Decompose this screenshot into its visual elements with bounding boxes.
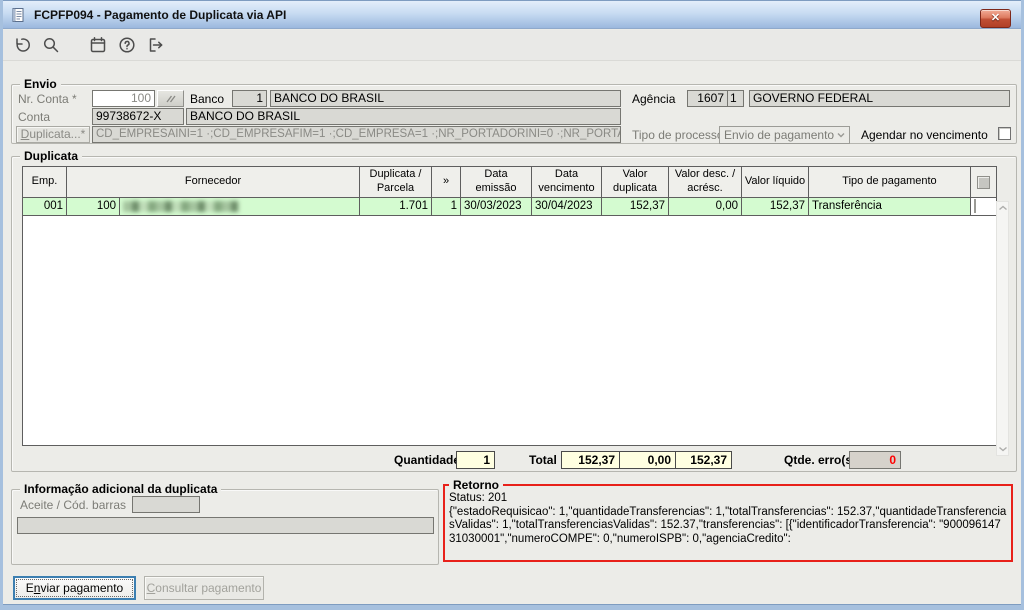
duplicata-grid: Emp. Fornecedor Duplicata / Parcela » Da… <box>22 166 997 446</box>
retorno-status-line: Status: 201 <box>449 492 508 504</box>
col-header-emp[interactable]: Emp. <box>23 167 67 198</box>
info-adicional-title: Informação adicional da duplicata <box>20 482 222 496</box>
consultar-pagamento-button[interactable]: Consultar pagamento <box>144 576 264 600</box>
help-icon[interactable] <box>117 35 137 55</box>
calendar-icon[interactable] <box>88 35 108 55</box>
cell-valor-desc: 0,00 <box>669 198 742 216</box>
conta-label: Conta <box>18 110 51 124</box>
agencia-digit-field: 1 <box>727 90 744 107</box>
quantidade-field: 1 <box>456 451 495 469</box>
retorno-body: {"estadoRequisicao": 1,"quantidadeTransf… <box>449 505 1007 545</box>
cell-valor-duplicata: 152,37 <box>602 198 669 216</box>
cell-duplicata-parcela: 1.701 <box>360 198 432 216</box>
exit-icon[interactable] <box>146 35 166 55</box>
grid-header-row: Emp. Fornecedor Duplicata / Parcela » Da… <box>23 167 996 198</box>
undo-icon[interactable] <box>12 35 32 55</box>
row-checkbox[interactable] <box>974 199 976 213</box>
search-icon[interactable] <box>41 35 61 55</box>
conta-field: 99738672-X <box>92 108 184 125</box>
agencia-code-field: 1607 <box>687 90 728 107</box>
col-header-seq[interactable]: » <box>432 167 461 198</box>
aceite-label: Aceite / Cód. barras <box>20 498 127 512</box>
agendar-label: Agendar no vencimento <box>861 128 988 142</box>
total-valor-desc-field: 0,00 <box>619 451 676 469</box>
col-header-duplicata-parcela[interactable]: Duplicata / Parcela <box>360 167 432 198</box>
cod-barras-field <box>17 517 434 534</box>
close-button[interactable]: ✕ <box>980 9 1011 28</box>
aceite-field <box>132 496 200 513</box>
cell-data-emissao: 30/03/2023 <box>461 198 532 216</box>
table-row[interactable]: 001 100 1.701 1 30/03/2023 30/04/2023 15… <box>23 198 996 216</box>
agencia-label: Agência <box>632 92 676 106</box>
col-header-fornecedor[interactable]: Fornecedor <box>67 167 360 198</box>
document-icon <box>12 7 24 22</box>
banco-code-field: 1 <box>232 90 267 107</box>
cell-valor-liquido: 152,37 <box>742 198 809 216</box>
nr-conta-edit-button[interactable] <box>157 90 184 107</box>
title-bar[interactable]: FCPFP094 - Pagamento de Duplicata via AP… <box>3 0 1021 29</box>
col-header-data-emissao[interactable]: Data emissão <box>461 167 532 198</box>
select-all-checkbox[interactable] <box>977 175 990 189</box>
col-header-valor-duplicata[interactable]: Valor duplicata <box>602 167 669 198</box>
banco-name-field: BANCO DO BRASIL <box>270 90 621 107</box>
toolbar <box>3 30 1021 61</box>
col-header-data-vencimento[interactable]: Data vencimento <box>532 167 602 198</box>
tipo-processo-label: Tipo de processo <box>632 128 724 142</box>
total-valor-duplicata-field: 152,37 <box>561 451 620 469</box>
scroll-up-icon <box>999 205 1007 211</box>
retorno-title: Retorno <box>449 478 503 492</box>
window-title: FCPFP094 - Pagamento de Duplicata via AP… <box>34 7 287 22</box>
app-window: FCPFP094 - Pagamento de Duplicata via AP… <box>0 0 1024 610</box>
qtde-erros-field: 0 <box>849 451 901 469</box>
total-label: Total <box>529 453 557 467</box>
nr-conta-label: Nr. Conta * <box>18 92 77 106</box>
col-header-tipo-pagamento[interactable]: Tipo de pagamento <box>809 167 971 198</box>
cell-fornecedor-code: 100 <box>67 198 120 216</box>
cell-tipo-pagamento: Transferência <box>809 198 971 216</box>
tipo-processo-select[interactable]: Envio de pagamento <box>719 126 850 144</box>
retorno-group: Retorno Status: 201 {"estadoRequisicao":… <box>443 478 1013 562</box>
agendar-checkbox[interactable] <box>998 127 1011 140</box>
chevron-down-icon <box>837 133 845 138</box>
close-icon: ✕ <box>990 12 1001 24</box>
agencia-name-field: GOVERNO FEDERAL <box>749 90 1010 107</box>
cell-data-vencimento: 30/04/2023 <box>532 198 602 216</box>
nr-conta-input[interactable]: 100 <box>92 90 155 107</box>
cell-row-select <box>971 198 996 216</box>
enviar-pagamento-button[interactable]: Enviar pagamento <box>13 576 136 600</box>
cell-fornecedor-name <box>120 198 360 216</box>
col-header-select-all[interactable] <box>971 167 996 198</box>
banco-label: Banco <box>190 92 225 106</box>
conta-bank-name-field: BANCO DO BRASIL <box>186 108 621 125</box>
duplicata-filter-field: CD_EMPRESAINI=1 ·;CD_EMPRESAFIM=1 ·;CD_E… <box>92 126 621 143</box>
cell-seq: 1 <box>432 198 461 216</box>
redacted-fornecedor-name <box>123 201 239 212</box>
info-adicional-group: Informação adicional da duplicata Aceite… <box>11 482 439 565</box>
col-header-valor-desc[interactable]: Valor desc. / acrésc. <box>669 167 742 198</box>
edit-strokes-icon <box>165 95 176 102</box>
total-valor-liquido-field: 152,37 <box>675 451 732 469</box>
cell-emp: 001 <box>23 198 67 216</box>
grid-vertical-scrollbar[interactable] <box>996 201 1009 456</box>
envio-group-title: Envio <box>20 77 61 91</box>
col-header-valor-liquido[interactable]: Valor líquido <box>742 167 809 198</box>
duplicata-button[interactable]: Duplicata...* <box>16 126 90 143</box>
scroll-down-icon <box>999 446 1007 452</box>
qtde-erros-label: Qtde. erro(s) <box>784 453 857 467</box>
envio-group: Envio Nr. Conta * 100 Banco 1 BANCO DO B… <box>11 77 1017 144</box>
duplicata-group-title: Duplicata <box>20 149 83 163</box>
duplicata-group: Duplicata Emp. Fornecedor Duplicata / Pa… <box>11 149 1017 472</box>
retorno-text: Status: 201 {"estadoRequisicao": 1,"quan… <box>449 492 1007 546</box>
quantidade-label: Quantidade <box>394 453 461 467</box>
